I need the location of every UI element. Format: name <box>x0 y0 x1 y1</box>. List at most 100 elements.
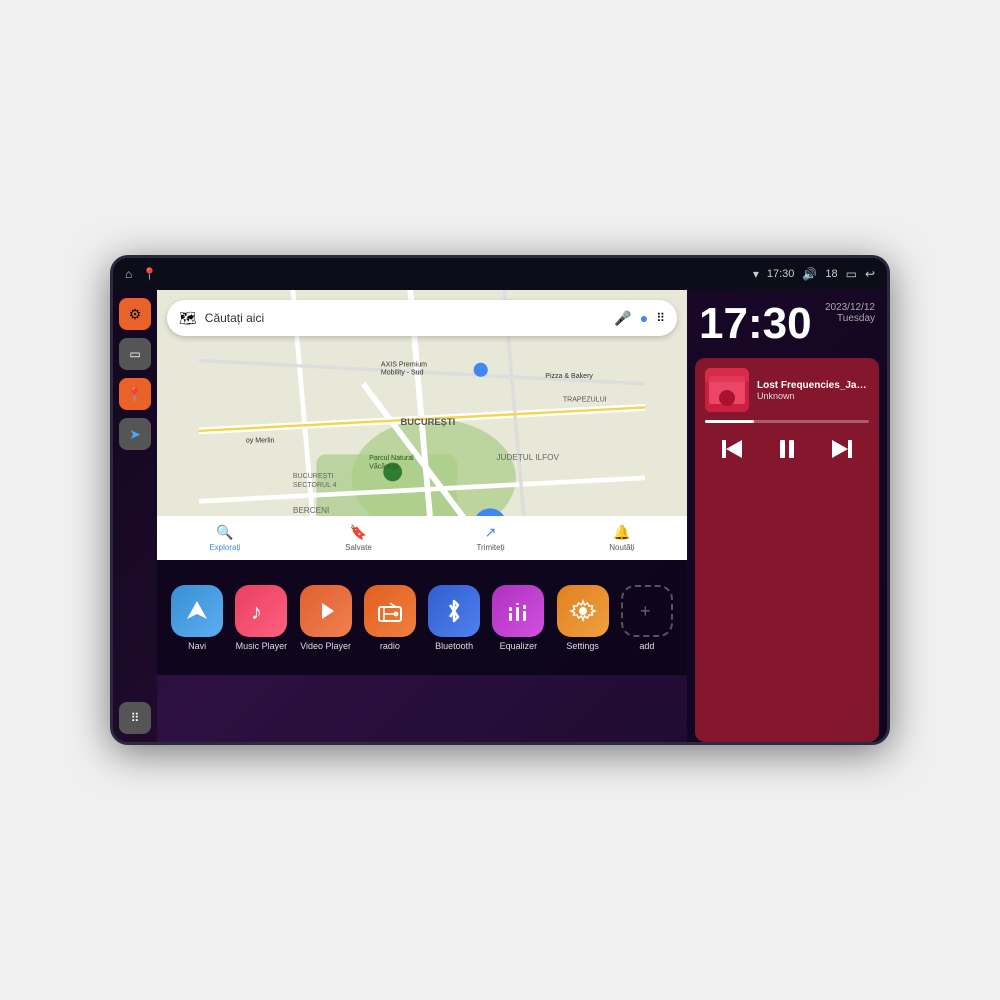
share-label: Trimiteți <box>476 543 504 552</box>
map-bottom-bar: 🔍 Explorați 🔖 Salvate ↗ Trimiteți 🔔 <box>157 516 687 560</box>
home-icon[interactable]: ⌂ <box>125 267 132 281</box>
clock-date: 2023/12/12 Tuesday <box>825 302 875 324</box>
svg-text:BUCUREȘTI: BUCUREȘTI <box>293 473 334 480</box>
right-panel: 17:30 2023/12/12 Tuesday <box>687 290 887 742</box>
share-icon: ↗ <box>485 524 497 541</box>
svg-text:Parcul Natural: Parcul Natural <box>369 455 414 462</box>
status-time: 17:30 <box>767 268 795 280</box>
app-drawer: Navi ♪ Music Player Video Player <box>157 560 687 675</box>
search-text[interactable]: Căutați aici <box>205 311 607 325</box>
bluetooth-label: Bluetooth <box>435 641 473 651</box>
volume-icon: 🔊 <box>802 267 817 281</box>
app-video-player[interactable]: Video Player <box>300 585 352 651</box>
navi-icon-bg <box>171 585 223 637</box>
sidebar-grid[interactable]: ⠿ <box>119 702 151 734</box>
svg-text:♪: ♪ <box>251 599 262 624</box>
sidebar-settings[interactable]: ⚙ <box>119 298 151 330</box>
app-navi[interactable]: Navi <box>171 585 223 651</box>
svg-text:TRAPEZULUI: TRAPEZULUI <box>563 397 607 404</box>
back-icon[interactable]: ↩ <box>865 267 875 281</box>
svg-text:BERCENI: BERCENI <box>293 506 329 515</box>
nav-arrow-icon: ➤ <box>129 426 141 443</box>
clock-display: 17:30 <box>699 302 812 346</box>
map-container[interactable]: BUCUREȘTI JUDEȚUL ILFOV BERCENI BUCUREȘT… <box>157 290 687 560</box>
music-section: Lost Frequencies_Janie... Unknown <box>695 358 879 742</box>
svg-text:BUCUREȘTI: BUCUREȘTI <box>401 416 456 427</box>
main-area: ⚙ ▭ 📍 ➤ ⠿ <box>113 290 887 742</box>
account-icon[interactable]: ● <box>640 310 648 326</box>
music-controls <box>705 431 869 467</box>
status-left: ⌂ 📍 <box>125 267 157 281</box>
sidebar: ⚙ ▭ 📍 ➤ ⠿ <box>113 290 157 742</box>
album-art <box>705 368 749 412</box>
pause-button[interactable] <box>769 431 805 467</box>
folder-icon: ▭ <box>129 347 140 361</box>
sidebar-maps[interactable]: 📍 <box>119 378 151 410</box>
app-settings[interactable]: Settings <box>557 585 609 651</box>
map-explore[interactable]: 🔍 Explorați <box>209 524 240 552</box>
grid-dots-icon[interactable]: ⠿ <box>656 311 665 325</box>
wifi-icon: ▾ <box>753 267 759 281</box>
sidebar-nav[interactable]: ➤ <box>119 418 151 450</box>
volume-level: 18 <box>825 268 837 280</box>
svg-text:Mobility - Sud: Mobility - Sud <box>381 370 424 377</box>
settings-label: Settings <box>566 641 599 651</box>
add-icon-bg: + <box>621 585 673 637</box>
app-equalizer[interactable]: Equalizer <box>492 585 544 651</box>
battery-icon: ▭ <box>846 267 857 281</box>
center-content: BUCUREȘTI JUDEȚUL ILFOV BERCENI BUCUREȘT… <box>157 290 687 742</box>
clock-date-day: Tuesday <box>825 313 875 324</box>
map-news[interactable]: 🔔 Noutăți <box>609 524 634 552</box>
music-player-label: Music Player <box>236 641 288 651</box>
map-share[interactable]: ↗ Trimiteți <box>476 524 504 552</box>
map-saved[interactable]: 🔖 Salvate <box>345 524 372 552</box>
clock-date-year: 2023/12/12 <box>825 302 875 313</box>
saved-label: Salvate <box>345 543 372 552</box>
svg-text:oy Merlin: oy Merlin <box>246 438 275 445</box>
map-search-bar[interactable]: 🗺 Căutați aici 🎤 ● ⠿ <box>167 300 677 336</box>
app-bluetooth[interactable]: Bluetooth <box>428 585 480 651</box>
next-button[interactable] <box>824 431 860 467</box>
prev-button[interactable] <box>714 431 750 467</box>
eq-icon-bg <box>492 585 544 637</box>
app-music-player[interactable]: ♪ Music Player <box>235 585 287 651</box>
radio-icon-bg <box>364 585 416 637</box>
status-bar: ⌂ 📍 ▾ 17:30 🔊 18 ▭ ↩ <box>113 258 887 290</box>
track-meta: Lost Frequencies_Janie... Unknown <box>757 380 869 401</box>
video-player-label: Video Player <box>300 641 351 651</box>
progress-bar[interactable] <box>705 420 869 423</box>
clock-section: 17:30 2023/12/12 Tuesday <box>687 290 887 358</box>
explore-icon: 🔍 <box>216 524 233 541</box>
grid-icon: ⠿ <box>131 711 140 725</box>
equalizer-label: Equalizer <box>500 641 538 651</box>
status-right: ▾ 17:30 🔊 18 ▭ ↩ <box>753 267 875 281</box>
maps-icon[interactable]: 📍 <box>142 267 157 281</box>
svg-text:SECTORUL 4: SECTORUL 4 <box>293 482 337 489</box>
google-maps-icon: 🗺 <box>179 310 197 327</box>
navi-label: Navi <box>188 641 206 651</box>
car-head-unit: ⌂ 📍 ▾ 17:30 🔊 18 ▭ ↩ ⚙ ▭ 📍 ➤ <box>110 255 890 745</box>
map-pin-icon: 📍 <box>126 386 143 403</box>
settings-icon-bg <box>557 585 609 637</box>
music-icon-bg: ♪ <box>235 585 287 637</box>
app-add[interactable]: + add <box>621 585 673 651</box>
track-name: Lost Frequencies_Janie... <box>757 380 869 391</box>
news-label: Noutăți <box>609 543 634 552</box>
svg-text:Văcărești: Văcărești <box>369 463 399 470</box>
progress-fill <box>705 420 754 423</box>
settings-icon: ⚙ <box>129 306 142 323</box>
video-icon-bg <box>300 585 352 637</box>
track-info: Lost Frequencies_Janie... Unknown <box>705 368 869 412</box>
track-artist: Unknown <box>757 391 869 401</box>
sidebar-folder[interactable]: ▭ <box>119 338 151 370</box>
news-icon: 🔔 <box>613 524 630 541</box>
svg-text:AXIS Premium: AXIS Premium <box>381 361 427 368</box>
mic-icon[interactable]: 🎤 <box>614 310 631 327</box>
saved-icon: 🔖 <box>350 524 367 541</box>
add-label: add <box>639 641 654 651</box>
bt-icon-bg <box>428 585 480 637</box>
app-radio[interactable]: radio <box>364 585 416 651</box>
radio-label: radio <box>380 641 400 651</box>
svg-text:+: + <box>640 601 651 621</box>
svg-text:Pizza & Bakery: Pizza & Bakery <box>545 373 593 380</box>
